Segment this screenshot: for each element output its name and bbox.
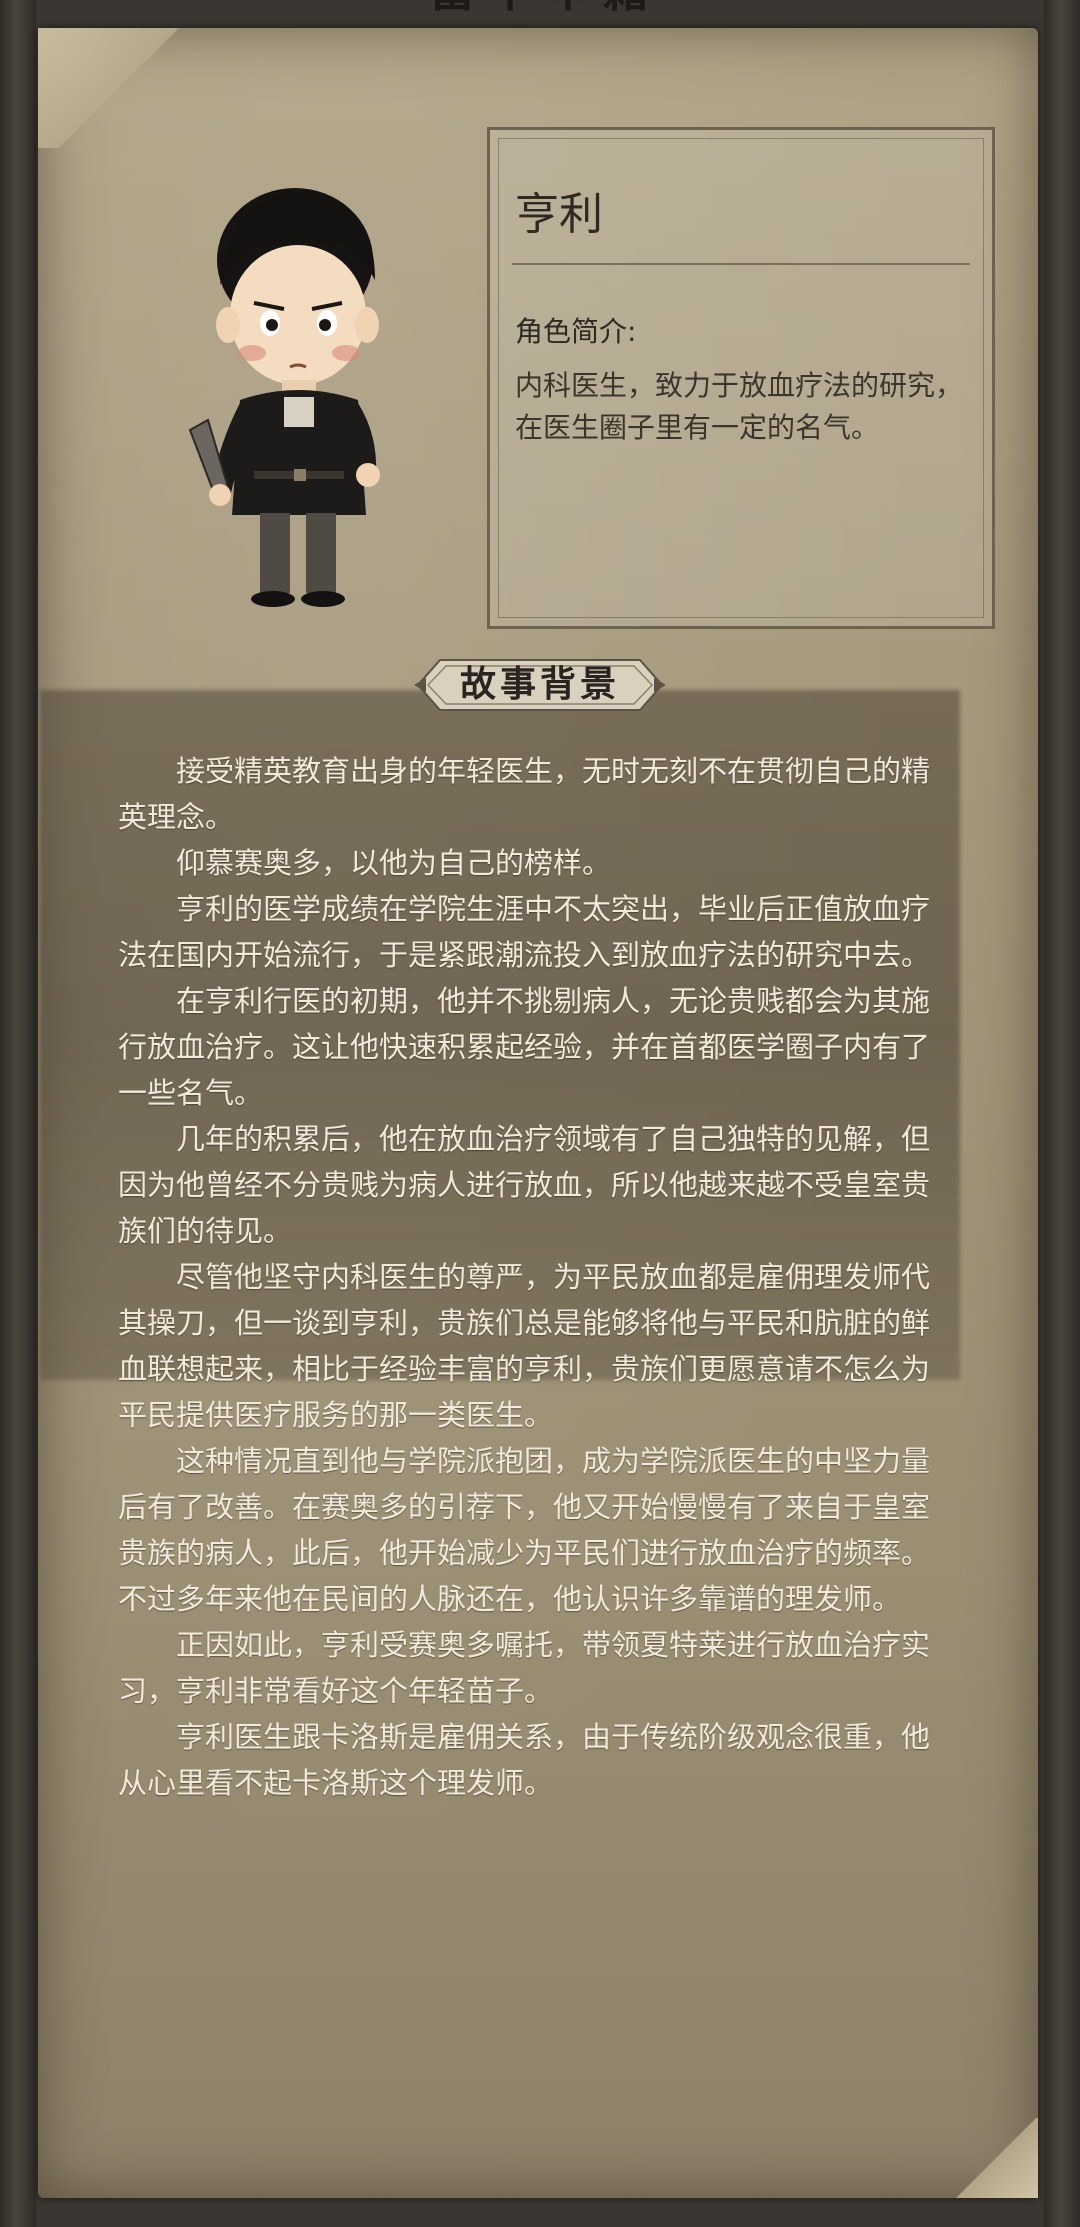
- character-info-panel: 亨利 角色简介: 内科医生，致力于放血疗法的研究，在医生圈子里有一定的名气。: [487, 127, 995, 629]
- section-header: 故事背景: [410, 652, 670, 718]
- header-title-stub: 富甲华籍: [400, 0, 690, 16]
- story-paragraph: 亨利的医学成绩在学院生涯中不太突出，毕业后正值放血疗法在国内开始流行，于是紧跟潮…: [118, 892, 931, 972]
- intro-label: 角色简介:: [515, 315, 637, 348]
- portrait-figure-icon: [188, 188, 380, 607]
- story-paragraph: 接受精英教育出身的年轻医生，无时无刻不在贯彻自己的精英理念。: [118, 754, 931, 834]
- story-paragraph: 亨利医生跟卡洛斯是雇佣关系，由于传统阶级观念很重，他从心里看不起卡洛斯这个理发师…: [118, 1720, 931, 1800]
- frame-left: [0, 0, 36, 2227]
- story-paragraph: 尽管他坚守内科医生的尊严，为平民放血都是雇佣理发师代其操刀，但一谈到亨利，贵族们…: [118, 1260, 931, 1432]
- story-paragraph: 这种情况直到他与学院派抱团，成为学院派医生的中坚力量后有了改善。在赛奥多的引荐下…: [118, 1444, 931, 1616]
- story-paragraph: 几年的积累后，他在放血治疗领域有了自己独特的见解，但因为他曾经不分贵贱为病人进行…: [118, 1122, 931, 1248]
- name-divider: [512, 263, 970, 265]
- story-paragraph: 正因如此，亨利受赛奥多嘱托，带领夏特莱进行放血治疗实习，亨利非常看好这个年轻苗子…: [118, 1628, 931, 1708]
- character-name: 亨利: [515, 189, 603, 240]
- story-text: 接受精英教育出身的年轻医生，无时无刻不在贯彻自己的精英理念。 仰慕赛奥多，以他为…: [118, 748, 950, 1806]
- frame-right: [1044, 0, 1080, 2227]
- story-paragraph: 仰慕赛奥多，以他为自己的榜样。: [176, 846, 612, 880]
- character-portrait: [170, 175, 410, 615]
- intro-text: 内科医生，致力于放血疗法的研究，在医生圈子里有一定的名气。: [515, 369, 964, 444]
- section-title: 故事背景: [459, 664, 620, 705]
- story-paragraph: 在亨利行医的初期，他并不挑剔病人，无论贵贱都会为其施行放血治疗。这让他快速积累起…: [118, 984, 931, 1110]
